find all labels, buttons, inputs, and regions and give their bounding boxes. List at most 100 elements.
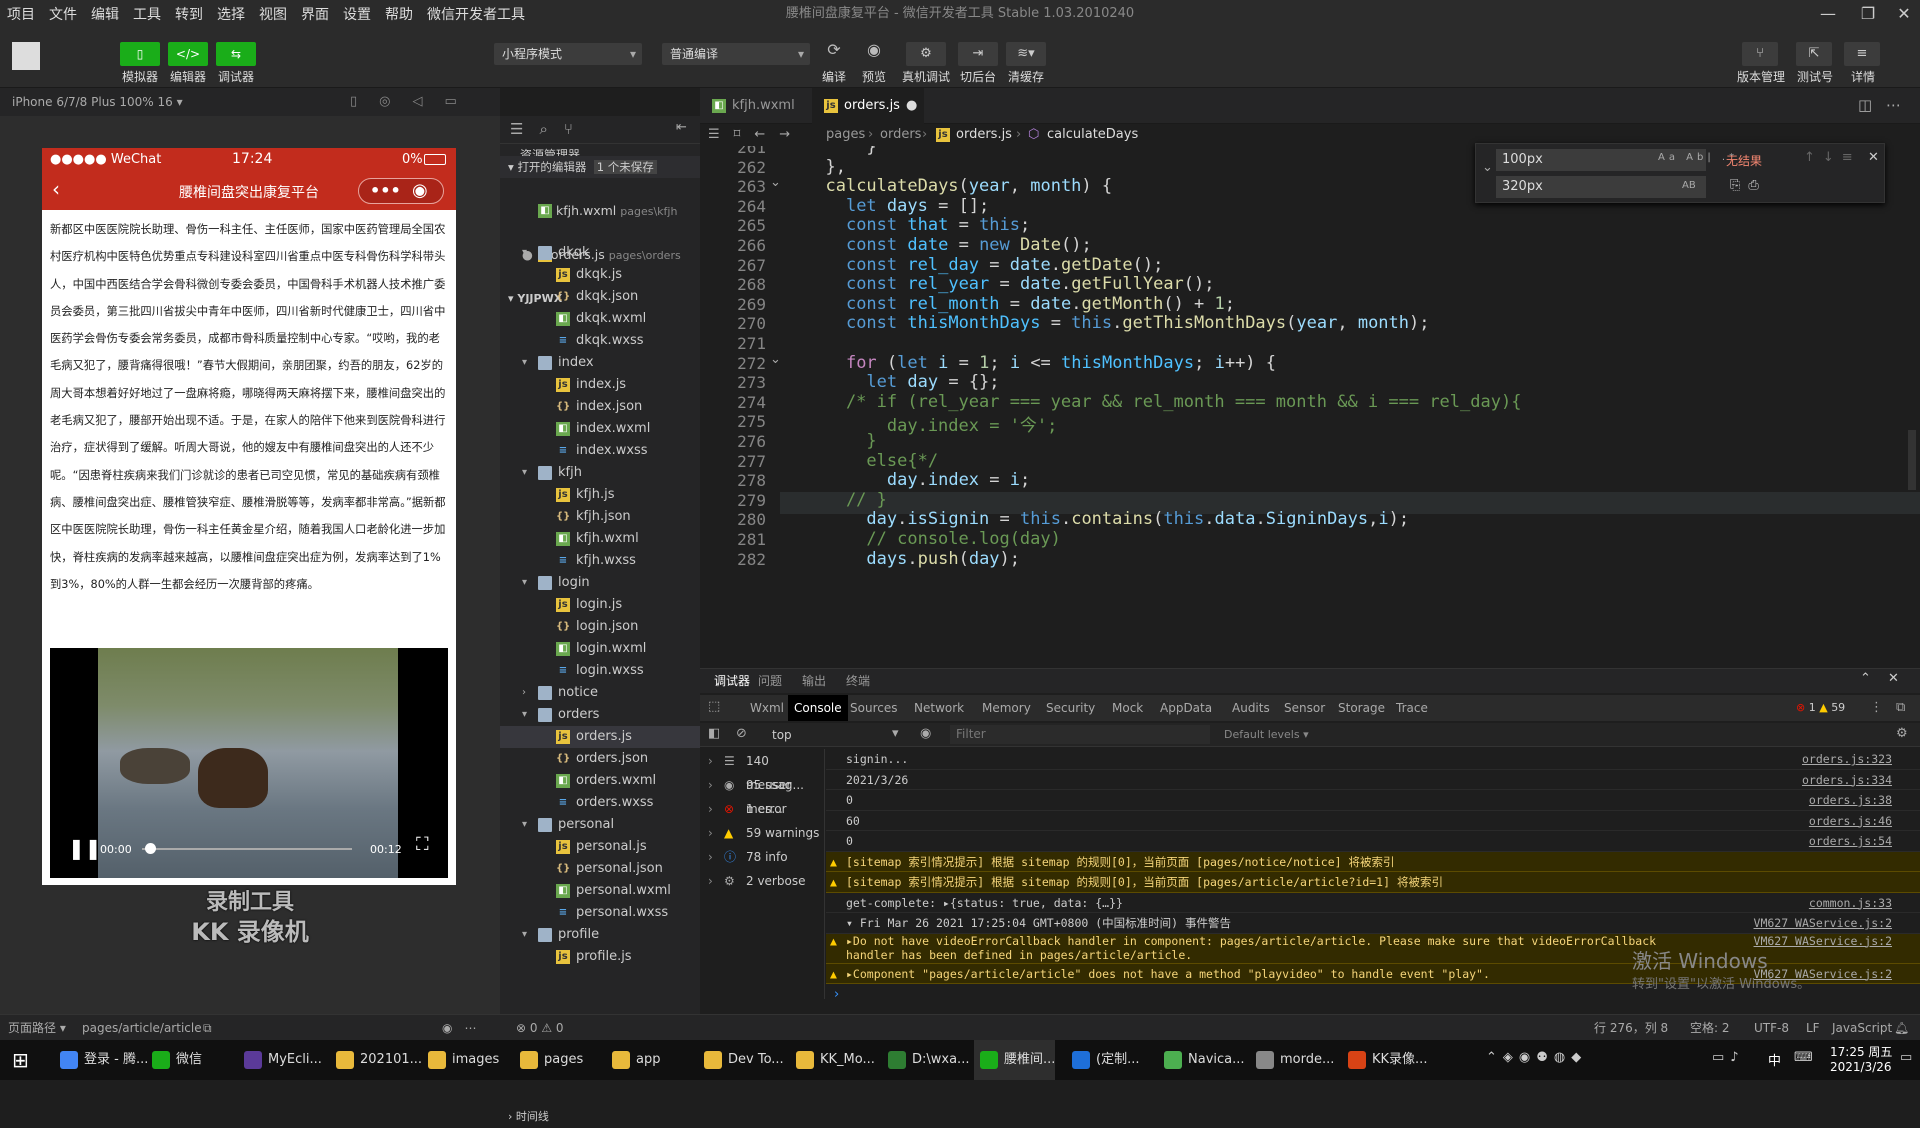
copy-icon[interactable]: ⧉ [203,1015,212,1041]
open-editors-header[interactable]: ▾ 打开的编辑器 1 个未保存 [508,156,708,178]
external-icon[interactable]: ⇱ [1796,42,1832,66]
clock-date[interactable]: 2021/3/26 [1830,1060,1892,1074]
console-filter-item[interactable]: › ◉ 95 user mes... [700,773,824,816]
file-tree-item[interactable]: ≡ dkqk.wxss [500,330,700,352]
file-tree-item[interactable]: js profile.js [500,946,700,964]
preserve-case-option[interactable]: AB [1682,180,1696,191]
file-tree-item[interactable]: {} dkqk.json [500,286,700,308]
devtools-tab[interactable]: Network [908,695,970,721]
fullscreen-icon[interactable]: ⛶ [416,834,429,855]
log-levels-select[interactable]: Default levels ▾ [1224,728,1309,741]
indent-setting[interactable]: 空格: 2 [1690,1015,1730,1041]
timeline-header[interactable]: › 时间线 [508,1106,708,1128]
file-tree-item[interactable]: {} orders.json [500,748,700,770]
panel-tab[interactable]: 终端 [846,669,870,693]
menu-item[interactable]: 编辑 [84,4,126,24]
file-tree-item[interactable]: ◧ personal.wxml [500,880,700,902]
mode-select[interactable]: 小程序模式 [494,43,642,65]
eye-icon[interactable]: ◉ [858,40,890,66]
branch-icon[interactable]: ⑂ [1742,42,1778,66]
taskbar-app[interactable]: Navica... [1158,1040,1245,1080]
settings-gear-icon[interactable]: ⚙ [1896,726,1908,741]
file-tree-item[interactable]: ◧ login.wxml [500,638,700,660]
taskbar-app[interactable]: pages [514,1040,583,1080]
console-filter-item[interactable]: › ☰ 140 messag... [700,749,824,792]
live-expression-icon[interactable]: ◉ [920,726,931,741]
page-path-label[interactable]: 页面路径 ▾ [8,1015,66,1041]
explorer-icons[interactable]: ☰⌕⑂ [510,120,589,138]
panel-collapse-icon[interactable]: ⌃ [1860,671,1871,686]
file-tree-item[interactable]: ≡ kfjh.wxss [500,550,700,572]
file-tree-item[interactable]: js kfjh.js [500,484,700,506]
console-source-link[interactable]: orders.js:323 [1795,749,1892,769]
bell-icon[interactable]: 🔔︎ [1894,1015,1909,1041]
console-source-link[interactable]: VM627 WAService.js:2 [1747,913,1892,933]
breadcrumb-pages[interactable]: pages [826,124,865,146]
breadcrumb-orders[interactable]: orders [880,124,921,146]
devtools-tab[interactable]: Wxml [744,695,790,721]
taskbar-app[interactable]: Dev To... [698,1040,784,1080]
video-progress-track[interactable] [142,848,352,850]
panel-tab[interactable]: 调试器 [714,669,750,693]
target-icon[interactable]: ◉ [412,178,428,204]
devtools-counts[interactable]: ⊗ 1 ▲ 59 [1796,701,1845,714]
language-mode[interactable]: JavaScript [1832,1015,1892,1041]
file-tree-item[interactable]: ▾ dkqk [500,242,700,264]
split-editor-icon[interactable]: ◫ [1858,96,1872,114]
bug-icon[interactable]: ⚙ [906,42,946,66]
file-tree-item[interactable]: js personal.js [500,836,700,858]
tab-orders-js[interactable]: js orders.js ● [812,88,924,124]
console-source-link[interactable]: orders.js:54 [1802,831,1892,851]
devtools-tab[interactable]: Trace [1390,695,1434,721]
file-tree-item[interactable]: ◧ index.wxml [500,418,700,440]
devtools-tab[interactable]: Security [1040,695,1101,721]
file-tree-item[interactable]: {} kfjh.json [500,506,700,528]
panel-close-icon[interactable]: ✕ [1888,671,1899,686]
file-tree-item[interactable]: js orders.js [500,726,700,748]
menu-item[interactable]: 转到 [168,4,210,24]
file-tree-item[interactable]: {} index.json [500,396,700,418]
ime-indicator[interactable]: 中 [1768,1050,1781,1069]
console-filter-input[interactable]: Filter [950,725,1210,744]
tray-system-icons[interactable]: ▭♪ [1712,1050,1745,1065]
console-source-link[interactable]: orders.js:334 [1795,769,1892,790]
more-icon[interactable]: ••• [370,178,401,204]
file-tree-item[interactable]: js index.js [500,374,700,396]
fold-chevron-icon[interactable]: ⌄ [770,175,781,190]
file-tree-item[interactable]: ◧ orders.wxml [500,770,700,792]
toggle-replace-icon[interactable]: ⌄ [1482,160,1493,175]
taskbar-app[interactable]: D:\wxa... [882,1040,969,1080]
taskbar-app[interactable]: images [422,1040,499,1080]
panel-tab[interactable]: 问题 [758,669,782,693]
notification-icon[interactable]: ▭ [1900,1050,1912,1065]
keyboard-icon[interactable]: ⌨ [1794,1050,1813,1065]
menu-item[interactable]: 文件 [42,4,84,24]
compile-select[interactable]: 普通编译 [662,43,810,65]
taskbar-app[interactable]: 登录 - 腾... [54,1040,148,1080]
taskbar-app[interactable]: KK录像... [1342,1040,1427,1080]
file-tree-item[interactable]: ◧ dkqk.wxml [500,308,700,330]
file-tree-item[interactable]: ▾ kfjh [500,462,700,484]
video-player[interactable]: ❚❚ 00:00 00:12 ⛶ [50,648,448,878]
simulator-controls[interactable]: ▯◎◁▭ [350,88,500,116]
whole-word-option[interactable]: Ab| [1686,152,1715,163]
replace-input[interactable]: 320px [1496,176,1706,198]
encoding[interactable]: UTF-8 [1754,1015,1789,1041]
problems-count[interactable]: ⊗ 0 ⚠ 0 [516,1015,564,1041]
close-find-icon[interactable]: ✕ [1868,150,1879,165]
refresh-icon[interactable]: ⟳ [818,40,850,66]
taskbar-app[interactable]: 202101... [330,1040,422,1080]
devtools-tab[interactable]: Console [788,695,848,721]
devtools-tab[interactable]: Memory [976,695,1037,721]
file-tree-item[interactable]: ▾ profile [500,924,700,946]
file-tree-item[interactable]: js login.js [500,594,700,616]
taskbar-app[interactable]: app [606,1040,660,1080]
panel-tab[interactable]: 输出 [802,669,826,693]
debugger-button[interactable]: ⇆ [216,42,256,66]
find-nav-icons[interactable]: ↑↓≡ [1804,150,1861,165]
sidebar-toggle-icon[interactable]: ◧ [708,726,720,741]
breadcrumb-method[interactable]: calculateDays [1047,124,1138,146]
windows-start-icon[interactable]: ⊞ [12,1048,29,1072]
console-filter-item[interactable]: › ⊗ 1 error [700,797,824,821]
taskbar-app[interactable]: KK_Mo... [790,1040,875,1080]
